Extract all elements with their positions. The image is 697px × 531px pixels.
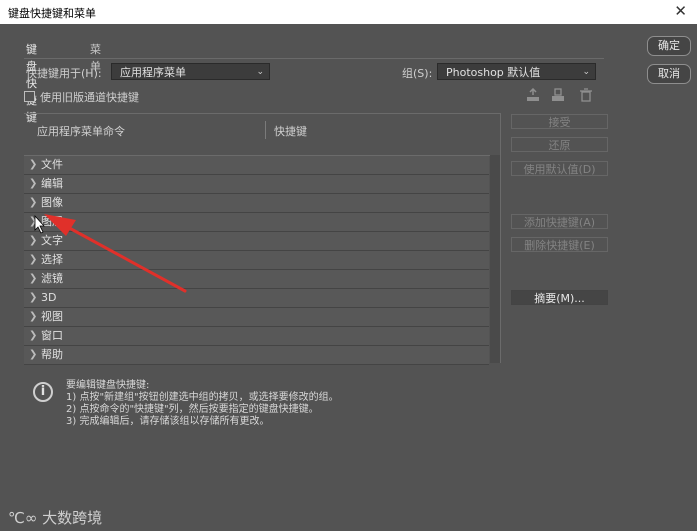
cursor-icon: [34, 214, 45, 234]
annotation-arrow-head: [44, 214, 76, 236]
annotation-arrow-shaft: [60, 222, 187, 293]
annotation-overlay: [34, 214, 187, 293]
watermark-logo-icon: ℃∞: [8, 509, 38, 527]
watermark: ℃∞ 大数跨境: [8, 507, 102, 528]
watermark-text: 大数跨境: [42, 509, 103, 527]
